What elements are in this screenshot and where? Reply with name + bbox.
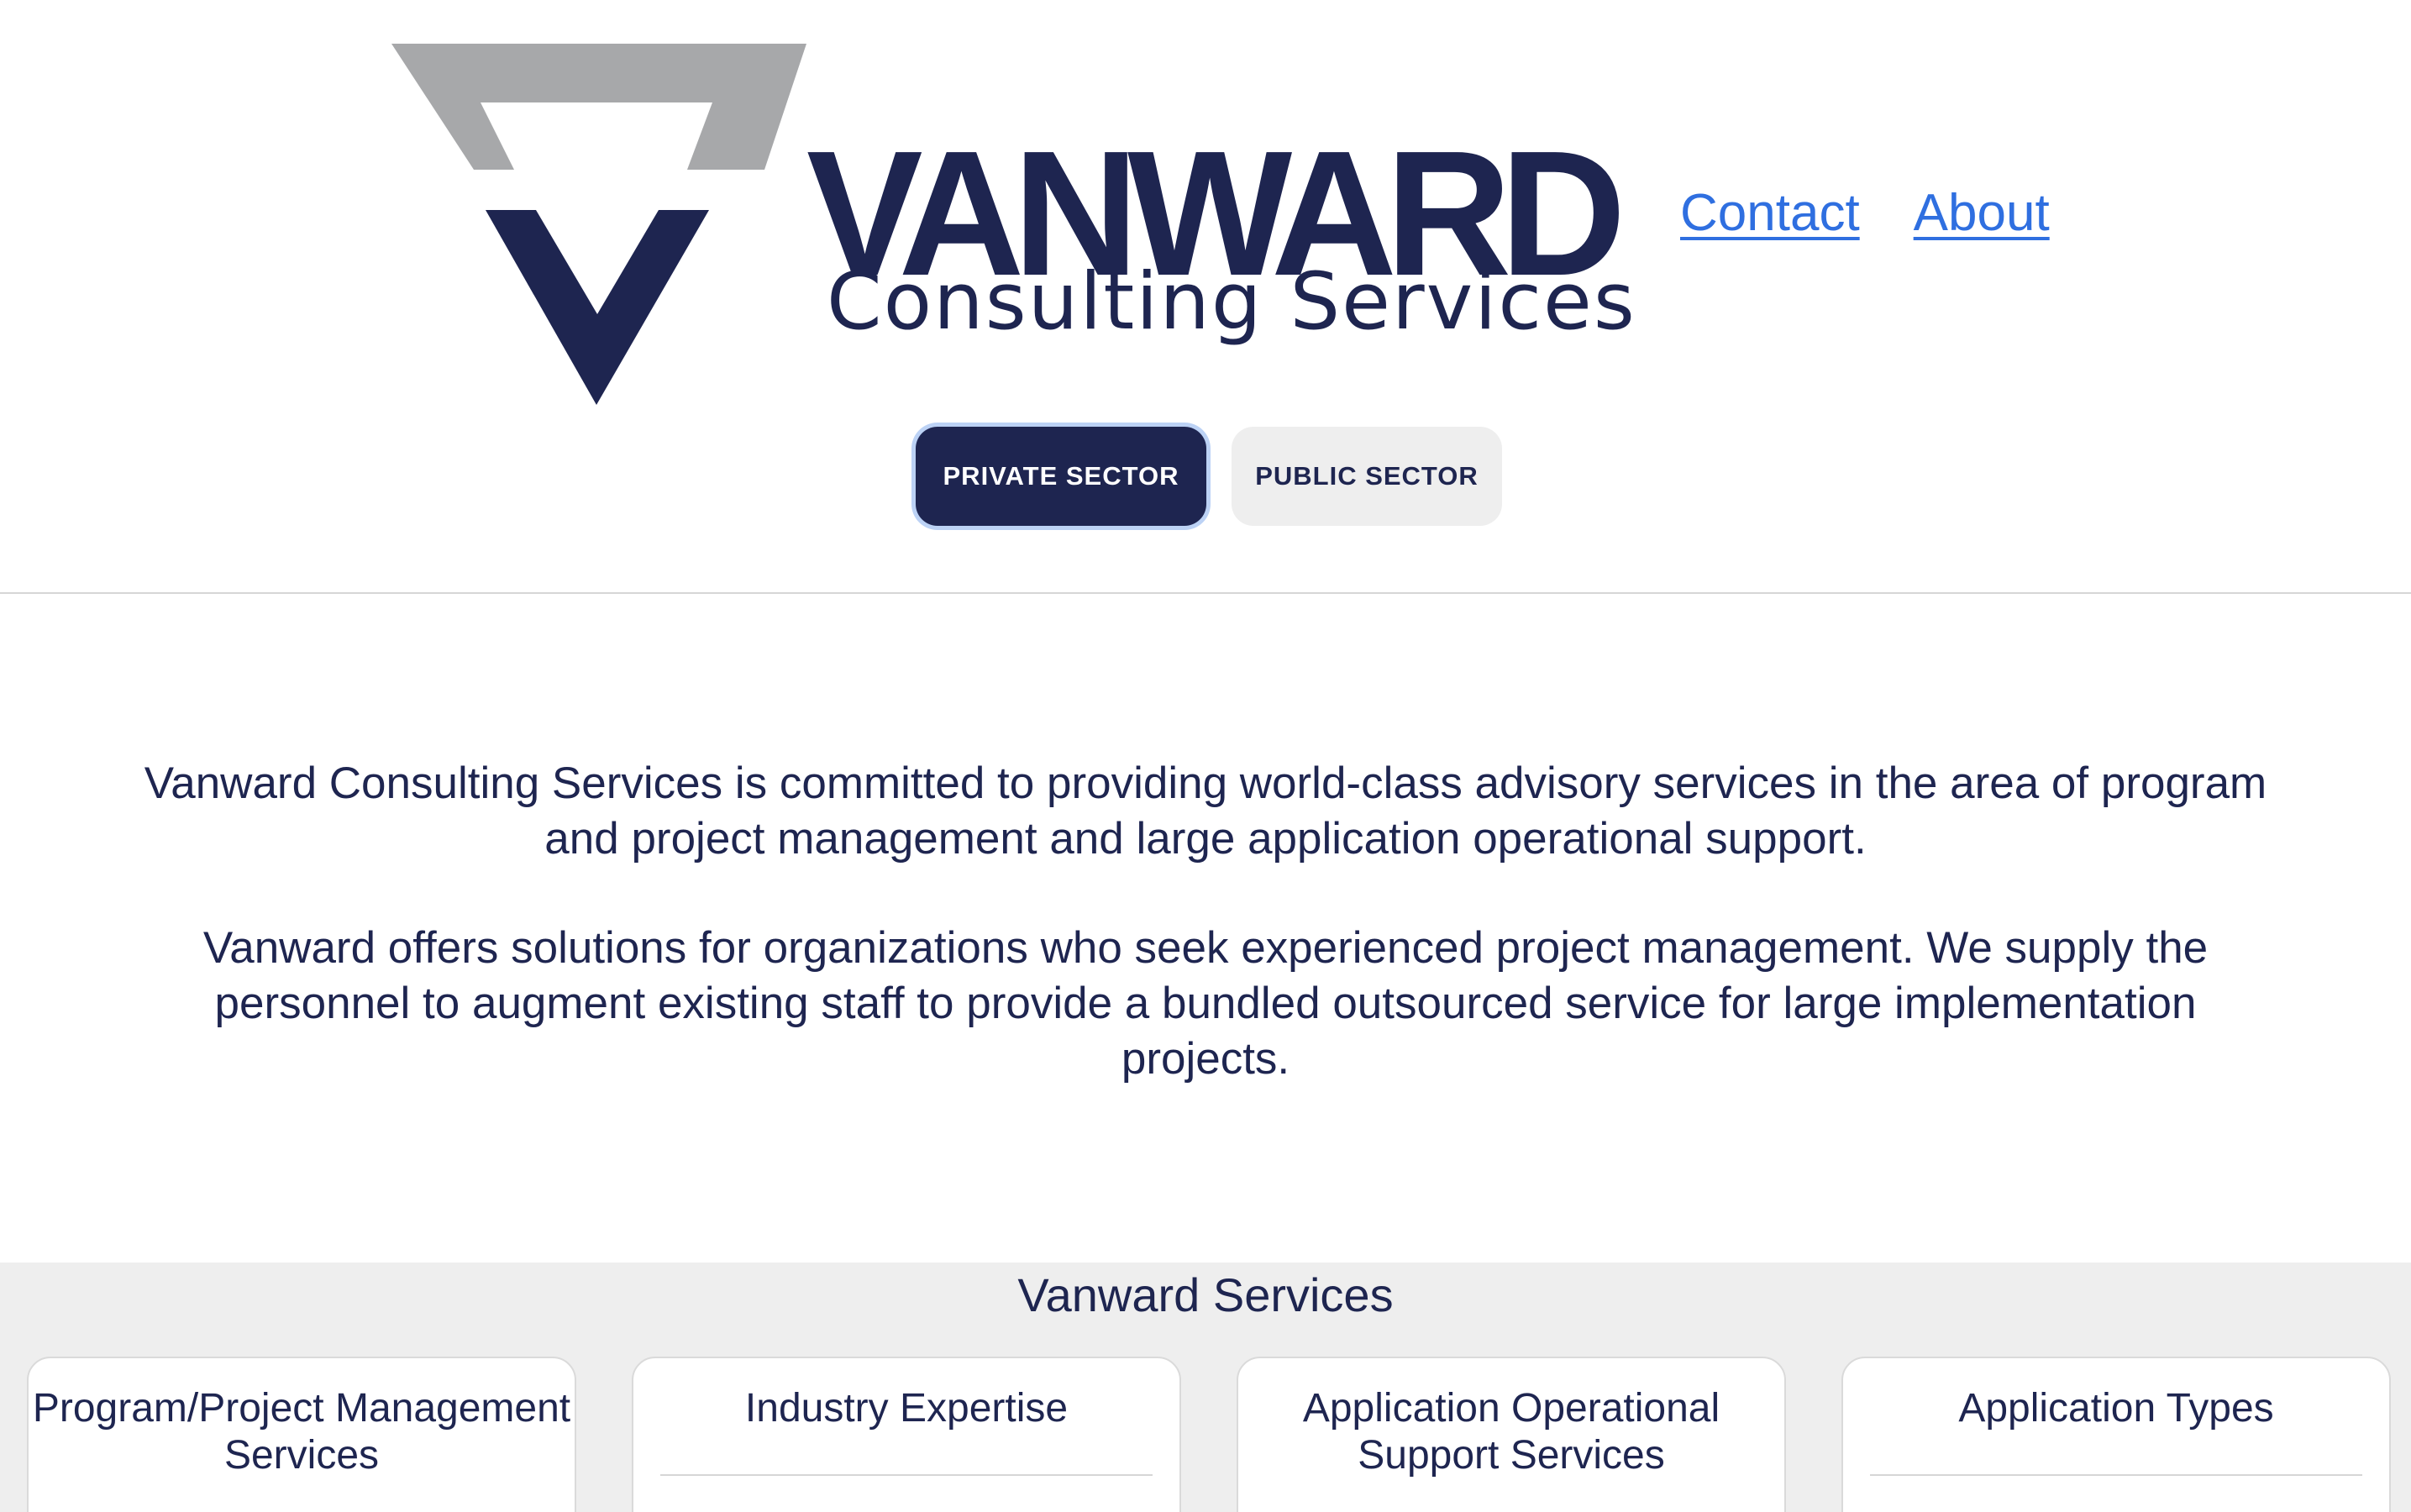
service-card-title: Application Operational Support Services [1302, 1386, 1720, 1478]
public-sector-button[interactable]: PUBLIC SECTOR [1232, 427, 1502, 526]
about-link[interactable]: About [1914, 183, 2050, 243]
service-card-industry-expertise[interactable]: Industry Expertise [632, 1357, 1181, 1512]
site-header: VANWARD Consulting Services Contact Abou… [0, 0, 2411, 594]
intro-paragraph-1: Vanward Consulting Services is committed… [144, 759, 2267, 864]
logo-subtitle: Consulting Services [827, 256, 1636, 348]
top-nav: Contact About [1680, 183, 2050, 243]
services-card-list: Program/Project Management Services Indu… [27, 1357, 2391, 1512]
service-card-title: Application Types [1958, 1386, 2274, 1431]
service-card-application-types[interactable]: Application Types [1841, 1357, 2391, 1512]
card-divider [660, 1474, 1153, 1476]
services-section: Vanward Services Program/Project Managem… [0, 1263, 2411, 1512]
page: VANWARD Consulting Services Contact Abou… [0, 0, 2411, 1512]
service-card-title: Industry Expertise [744, 1386, 1069, 1431]
contact-link[interactable]: Contact [1680, 183, 1860, 243]
sector-toggle: PRIVATE SECTOR PUBLIC SECTOR [916, 427, 1502, 526]
intro-paragraph-2: Vanward offers solutions for organizatio… [202, 923, 2209, 1084]
service-card-application-operational-support[interactable]: Application Operational Support Services [1237, 1357, 1786, 1512]
service-card-program-project-management[interactable]: Program/Project Management Services [27, 1357, 576, 1512]
logo-grey-chevron [391, 44, 806, 170]
private-sector-button[interactable]: PRIVATE SECTOR [916, 427, 1206, 526]
service-card-title: Program/Project Management Services [32, 1386, 571, 1478]
services-heading: Vanward Services [1017, 1268, 1394, 1321]
card-divider [1870, 1474, 2362, 1476]
intro-section: Vanward Consulting Services is committed… [126, 756, 2285, 1141]
vanward-logo[interactable]: VANWARD Consulting Services [386, 40, 1635, 410]
